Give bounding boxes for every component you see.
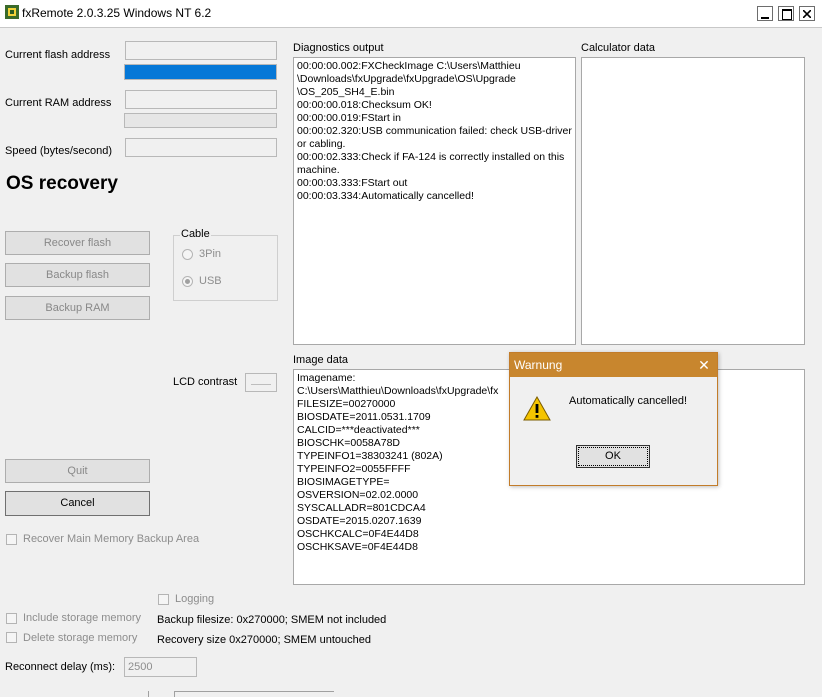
cable-group-title: Cable xyxy=(180,228,211,240)
quit-button[interactable]: Quit xyxy=(5,459,150,483)
diagnostics-line: 00:00:02.333:Check if FA-124 is correctl… xyxy=(297,151,565,176)
dialog-close-button[interactable]: ✕ xyxy=(694,355,714,375)
image-data-label: Image data xyxy=(293,354,349,366)
current-flash-field xyxy=(125,41,277,60)
reconnect-delay-field[interactable]: 2500 xyxy=(124,657,197,677)
current-ram-label: Current RAM address xyxy=(5,97,112,109)
close-window-button[interactable] xyxy=(799,6,815,21)
delete-storage-label: Delete storage memory xyxy=(23,632,138,644)
lcd-contrast-label: LCD contrast xyxy=(173,376,238,388)
cancel-button[interactable]: Cancel xyxy=(5,491,150,516)
backup-flash-button[interactable]: Backup flash xyxy=(5,263,150,287)
window-title: fxRemote 2.0.3.25 Windows NT 6.2 xyxy=(22,6,212,20)
cable-3pin-label: 3Pin xyxy=(199,248,222,260)
title-bar: fxRemote 2.0.3.25 Windows NT 6.2 xyxy=(0,0,822,28)
image-data-line: OSCHKSAVE=0F4E44D8 xyxy=(297,541,418,553)
flash-progress-bar xyxy=(124,64,277,80)
maximize-button[interactable] xyxy=(778,6,794,21)
image-data-line: OSCHKCALC=0F4E44D8 xyxy=(297,528,419,540)
lcd-contrast-field[interactable] xyxy=(245,373,277,392)
close-icon xyxy=(803,10,811,18)
image-data-line: OSVERSION=02.02.0000 xyxy=(297,489,419,501)
diagnostics-line: 00:00:02.320:USB communication failed: c… xyxy=(297,125,572,150)
diagnostics-label: Diagnostics output xyxy=(293,42,384,54)
warning-icon xyxy=(523,396,551,421)
image-data-line: SYSCALLADR=801CDCA4 xyxy=(297,502,426,514)
diagnostics-line: 00:00:00.018:Checksum OK! xyxy=(297,99,432,111)
current-flash-label: Current flash address xyxy=(5,49,111,61)
recover-flash-button[interactable]: Recover flash xyxy=(5,231,150,255)
current-ram-field xyxy=(125,90,277,109)
flash-progress-fill xyxy=(125,65,276,79)
recover-main-memory-label: Recover Main Memory Backup Area xyxy=(23,533,200,545)
lcd-contrast-slider xyxy=(251,384,271,385)
bottom-divider xyxy=(148,691,149,697)
delete-storage-checkbox[interactable] xyxy=(6,632,17,643)
recovery-size-text: Recovery size 0x270000; SMEM untouched xyxy=(157,634,372,646)
minimize-button[interactable] xyxy=(757,6,773,21)
include-storage-checkbox[interactable] xyxy=(6,613,17,624)
diagnostics-output[interactable]: 00:00:00.002:FXCheckImage C:\Users\Matth… xyxy=(293,57,576,345)
diagnostics-line: 00:00:00.002:FXCheckImage C:\Users\Matth… xyxy=(297,60,521,98)
calculator-data-label: Calculator data xyxy=(581,42,655,54)
cable-usb-radio[interactable] xyxy=(182,276,193,287)
dialog-title: Warnung xyxy=(514,358,563,372)
maximize-icon xyxy=(782,9,792,20)
backup-ram-button[interactable]: Backup RAM xyxy=(5,296,150,320)
cable-3pin-radio[interactable] xyxy=(182,249,193,260)
cable-usb-label: USB xyxy=(199,275,222,287)
logging-label: Logging xyxy=(175,593,215,605)
recover-main-memory-checkbox[interactable] xyxy=(6,534,17,545)
dialog-message: Automatically cancelled! xyxy=(569,395,688,407)
dialog-ok-button[interactable]: OK xyxy=(576,445,650,468)
image-data-line: OSDATE=2015.0207.1639 xyxy=(297,515,422,527)
ram-progress-bar xyxy=(124,113,277,128)
dialog-ok-label: OK xyxy=(578,447,648,466)
speed-field xyxy=(125,138,277,157)
cable-groupbox xyxy=(173,235,278,301)
mode-title: OS recovery xyxy=(6,173,118,194)
diagnostics-line: 00:00:00.019:FStart in xyxy=(297,112,401,124)
reconnect-delay-label: Reconnect delay (ms): xyxy=(5,661,116,673)
include-storage-label: Include storage memory xyxy=(23,612,141,624)
logging-checkbox[interactable] xyxy=(158,594,169,605)
dialog-title-bar: Warnung ✕ xyxy=(510,353,717,377)
diagnostics-line: 00:00:03.334:Automatically cancelled! xyxy=(297,190,474,202)
calculator-data-box[interactable] xyxy=(581,57,805,345)
bottom-field-edge xyxy=(174,691,334,697)
diagnostics-line: 00:00:03.333:FStart out xyxy=(297,177,408,189)
backup-filesize-text: Backup filesize: 0x270000; SMEM not incl… xyxy=(157,614,387,626)
app-icon xyxy=(5,5,19,19)
warning-dialog: Warnung ✕ Automatically cancelled! OK xyxy=(509,352,718,486)
minimize-icon xyxy=(761,17,769,19)
speed-label: Speed (bytes/second) xyxy=(5,145,113,157)
